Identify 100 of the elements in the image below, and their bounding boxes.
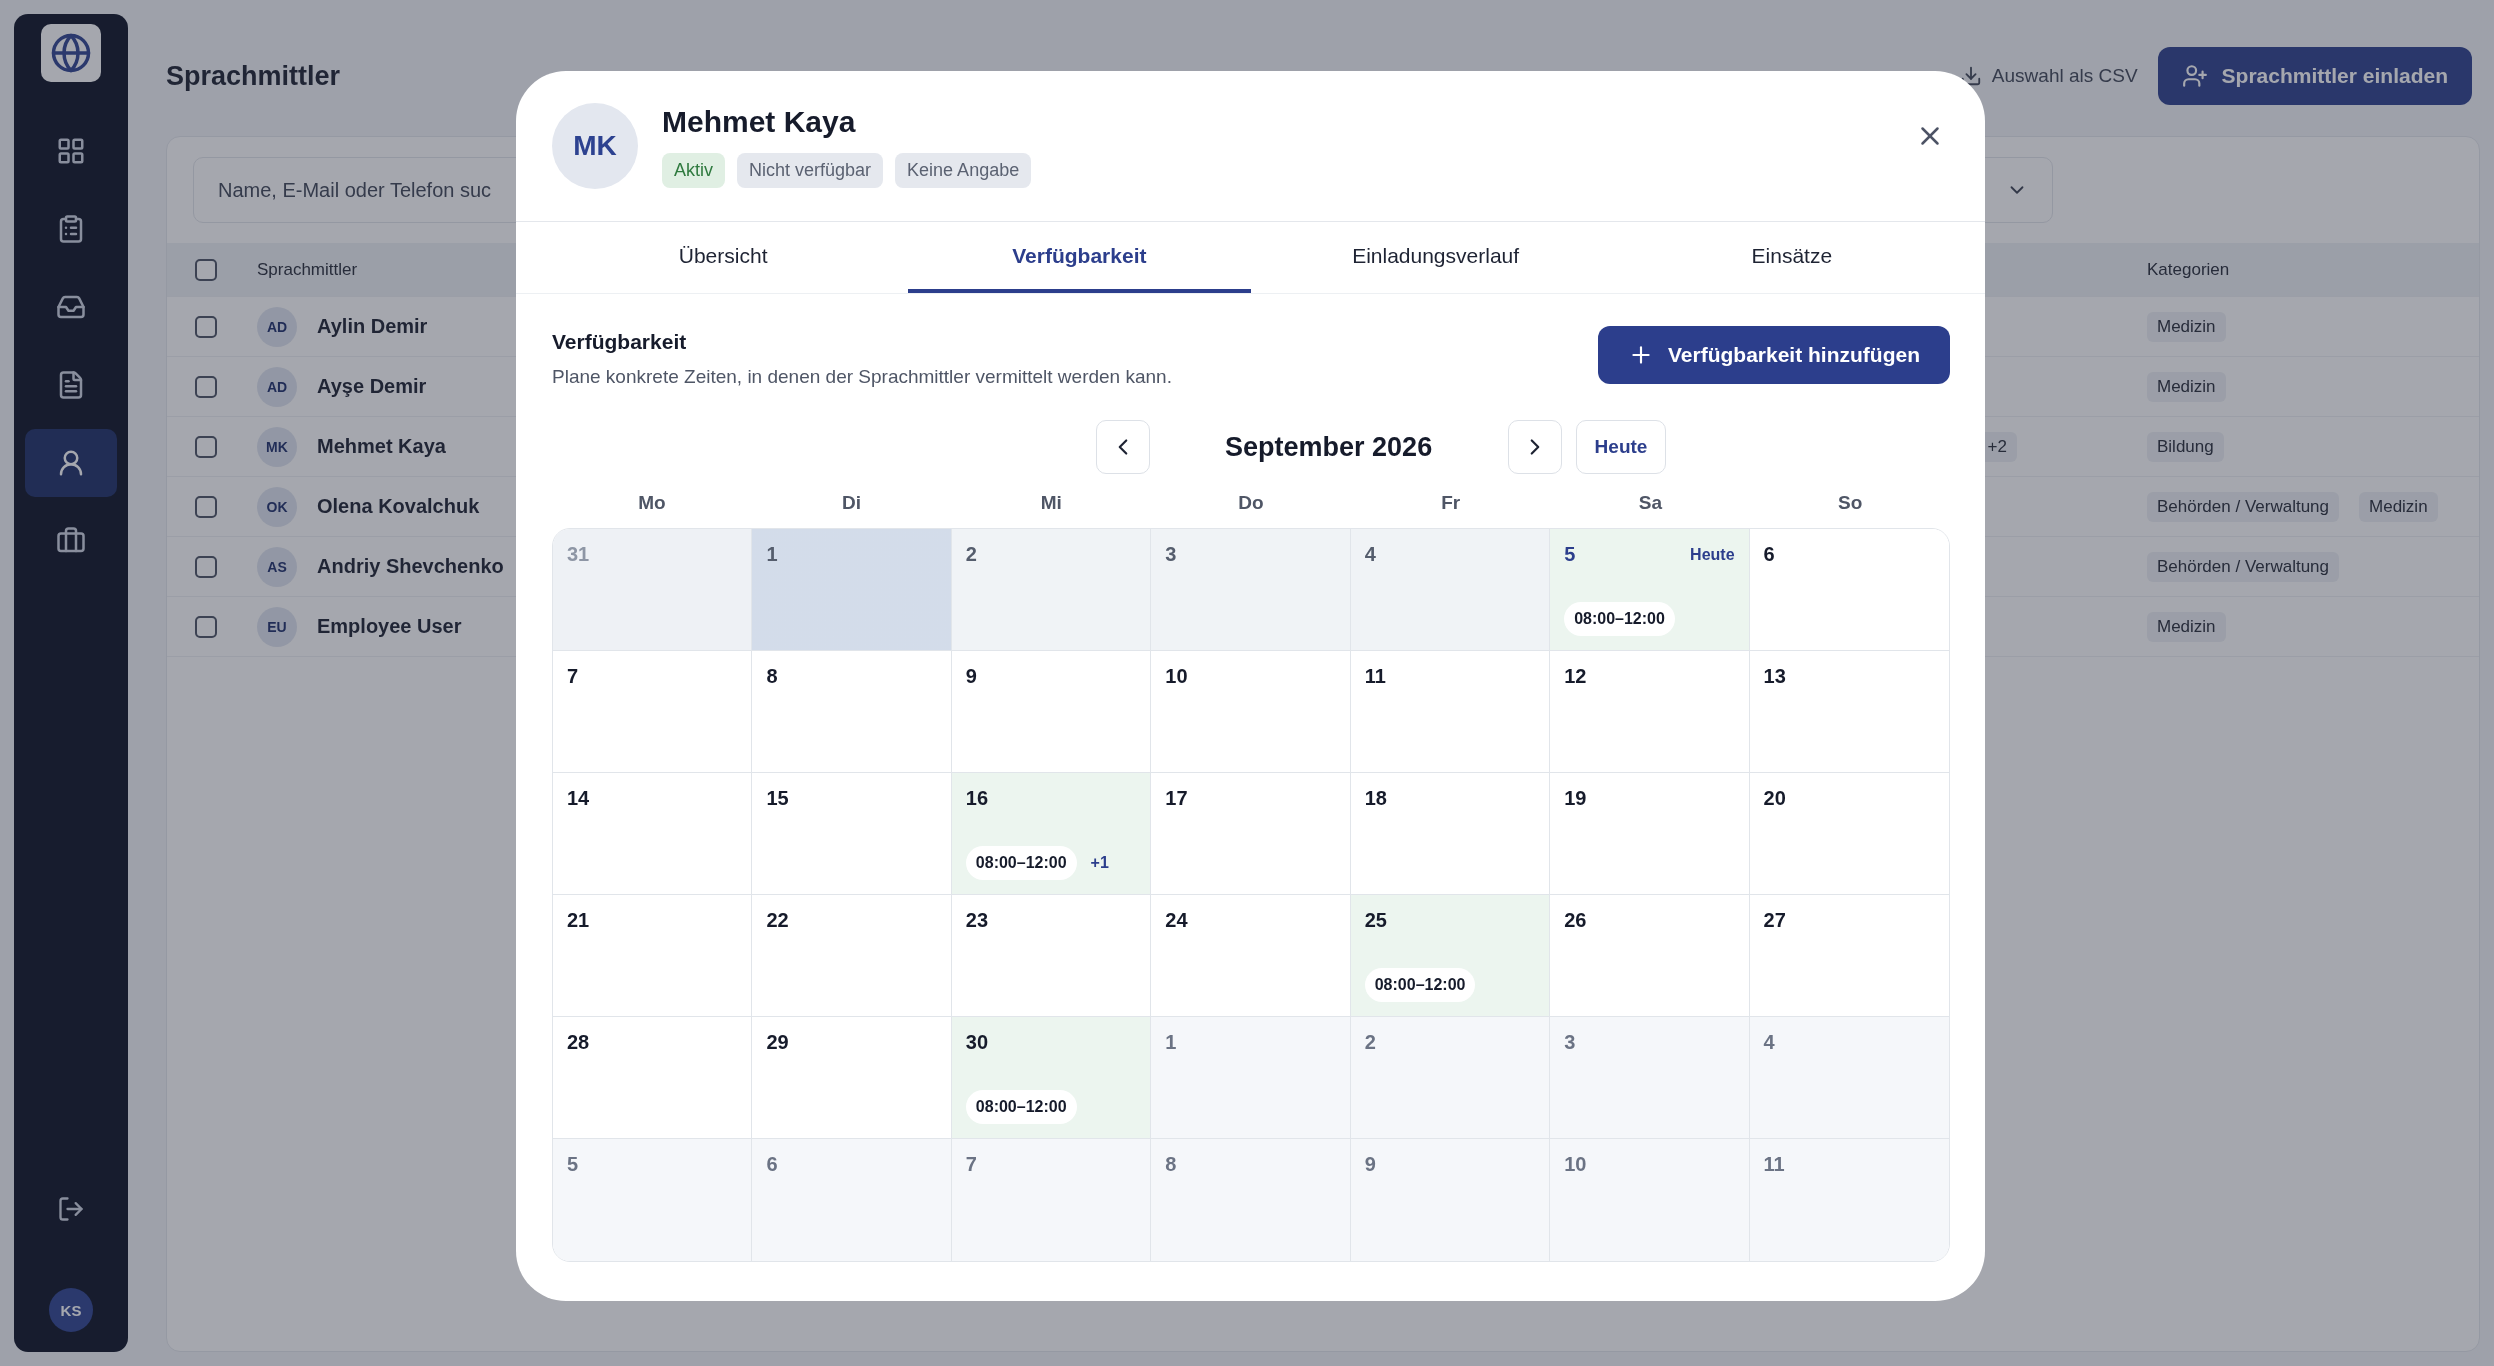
- calendar-day[interactable]: 19: [1550, 773, 1750, 895]
- avatar: EU: [257, 606, 297, 647]
- table-cell: Mehmet Kaya: [317, 435, 446, 458]
- category-tag: Medizin: [2359, 491, 2438, 522]
- day-number: 19: [1564, 787, 1587, 810]
- day-number: 6: [766, 1153, 778, 1176]
- calendar-day[interactable]: 7: [951, 1139, 1152, 1261]
- category-tag: Bildung: [2147, 431, 2224, 462]
- day-number: 11: [1763, 1153, 1785, 1176]
- calendar-day[interactable]: 11: [1749, 1139, 1949, 1261]
- day-number: 7: [965, 1153, 977, 1176]
- more-link[interactable]: +1: [1090, 854, 1109, 872]
- invite-button[interactable]: Sprachmittler einladen: [2157, 47, 2472, 105]
- day-number: 29: [766, 1031, 789, 1054]
- calendar-day[interactable]: 2: [1350, 1017, 1551, 1139]
- calendar-day[interactable]: 5 Heute 08:00–12:00: [1550, 529, 1750, 651]
- calendar-day[interactable]: 17: [1151, 773, 1351, 895]
- section-description: Plane konkrete Zeiten, in denen der Sprachmittler vermittelt werden kann.: [552, 366, 1172, 388]
- logout-icon: [57, 1195, 85, 1223]
- tab[interactable]: Einsätze: [1620, 222, 1963, 293]
- day-number: 13: [1763, 665, 1786, 688]
- today-button[interactable]: Heute: [1575, 420, 1667, 474]
- avatar: OK: [257, 486, 297, 527]
- dashboard-icon: [56, 136, 86, 166]
- day-number: 27: [1763, 909, 1786, 932]
- day-number: 11: [1364, 665, 1386, 688]
- export-button[interactable]: Auswahl als CSV: [1949, 47, 2148, 105]
- checkbox[interactable]: [195, 375, 217, 398]
- avatar: AD: [257, 366, 297, 407]
- calendar-day[interactable]: 16 08:00–12:00 +1: [951, 773, 1152, 895]
- calendar-day[interactable]: 9: [1350, 1139, 1551, 1261]
- category-tag: Behörden / Verwaltung: [2147, 491, 2339, 522]
- calendar-day[interactable]: 21: [553, 895, 753, 1017]
- checkbox[interactable]: [195, 615, 217, 638]
- calendar-day[interactable]: 25 08:00–12:00: [1350, 895, 1551, 1017]
- status-badge: Nicht verfügbar: [737, 152, 884, 188]
- day-number: 5: [567, 1153, 579, 1176]
- calendar-day[interactable]: 14: [553, 773, 753, 895]
- calendar-day[interactable]: 12: [1550, 651, 1750, 773]
- day-number: 26: [1564, 909, 1587, 932]
- calendar-day[interactable]: 6: [752, 1139, 952, 1261]
- calendar-day[interactable]: 30 08:00–12:00: [951, 1017, 1152, 1139]
- tab[interactable]: Verfügbarkeit: [908, 222, 1251, 293]
- calendar-day[interactable]: 1: [1151, 1017, 1351, 1139]
- calendar-day[interactable]: 3: [1550, 1017, 1750, 1139]
- time-slot[interactable]: 08:00–12:00: [1364, 968, 1476, 1002]
- checkbox[interactable]: [195, 435, 217, 458]
- calendar-day[interactable]: 28: [553, 1017, 753, 1139]
- calendar-day[interactable]: 6: [1749, 529, 1949, 651]
- time-slot[interactable]: 08:00–12:00: [965, 846, 1077, 880]
- day-number: 9: [965, 665, 977, 688]
- calendar-day[interactable]: 7: [553, 651, 753, 773]
- calendar-day[interactable]: 8: [752, 651, 952, 773]
- calendar-day[interactable]: 15: [752, 773, 952, 895]
- day-number: 5: [1564, 543, 1576, 566]
- page-title: Sprachmittler: [166, 60, 342, 92]
- checkbox[interactable]: [195, 315, 217, 338]
- calendar-day[interactable]: 3: [1151, 529, 1351, 651]
- day-number: 21: [567, 909, 590, 932]
- calendar-day[interactable]: 1: [752, 529, 952, 651]
- calendar-day[interactable]: 18: [1350, 773, 1551, 895]
- calendar-day[interactable]: 11: [1350, 651, 1551, 773]
- column-header: Sprachmittler: [257, 259, 358, 280]
- add-availability-button[interactable]: Verfügbarkeit hinzufügen: [1597, 326, 1950, 384]
- checkbox[interactable]: [195, 258, 217, 281]
- day-number: 2: [1364, 1031, 1376, 1054]
- calendar-day[interactable]: 4: [1350, 529, 1551, 651]
- calendar-day[interactable]: 26: [1550, 895, 1750, 1017]
- tab[interactable]: Einladungsverlauf: [1264, 222, 1607, 293]
- weekday-label: So: [1837, 492, 1864, 514]
- weekday-label: Mo: [637, 492, 667, 514]
- day-number: 7: [567, 665, 579, 688]
- calendar-day[interactable]: 23: [951, 895, 1152, 1017]
- checkbox[interactable]: [195, 495, 217, 518]
- time-slot[interactable]: 08:00–12:00: [1564, 602, 1675, 636]
- calendar-day[interactable]: 8: [1151, 1139, 1351, 1261]
- calendar-day[interactable]: 10: [1550, 1139, 1750, 1261]
- tab[interactable]: Übersicht: [552, 222, 895, 293]
- calendar-day[interactable]: 22: [752, 895, 952, 1017]
- calendar-day[interactable]: 10: [1151, 651, 1351, 773]
- day-number: 20: [1763, 787, 1786, 810]
- user-avatar[interactable]: KS: [49, 1288, 93, 1332]
- day-number: 18: [1364, 787, 1387, 810]
- calendar-day[interactable]: 9: [951, 651, 1152, 773]
- table-cell: Andriy Shevchenko: [317, 555, 504, 578]
- time-slot[interactable]: 08:00–12:00: [965, 1090, 1077, 1124]
- avatar: AD: [257, 306, 297, 347]
- day-number: 6: [1763, 543, 1775, 566]
- sidebar-item[interactable]: [25, 429, 117, 497]
- logo-icon: [41, 24, 101, 82]
- calendar-day[interactable]: 5: [553, 1139, 753, 1261]
- checkbox[interactable]: [195, 555, 217, 578]
- today-label: Heute: [1690, 545, 1735, 564]
- status-badge: Aktiv: [662, 152, 725, 188]
- status-badge: Keine Angabe: [895, 152, 1032, 188]
- weekday-label: Di: [841, 492, 863, 514]
- calendar-day[interactable]: 29: [752, 1017, 952, 1139]
- calendar-day[interactable]: 24: [1151, 895, 1351, 1017]
- calendar-day[interactable]: 4: [1749, 1017, 1949, 1139]
- calendar-day[interactable]: 2: [951, 529, 1152, 651]
